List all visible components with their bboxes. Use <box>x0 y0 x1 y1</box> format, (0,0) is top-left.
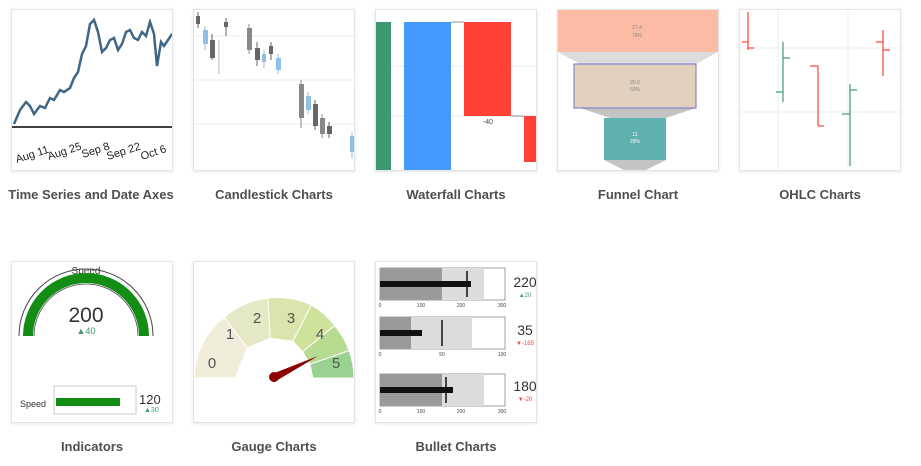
bar-indicator-delta: ▲30 <box>144 407 159 414</box>
indicators-card[interactable]: Speed 200 ▲40 Speed 120 ▲30 <box>11 261 173 423</box>
bullet-2-delta: ▼-165 <box>516 341 535 347</box>
candlestick-title[interactable]: Candlestick Charts <box>184 186 364 204</box>
waterfall-thumbnail: -40 <box>376 21 536 170</box>
time-series-title[interactable]: Time Series and Date Axes <box>1 186 181 204</box>
gauge-thumbnail: 0 1 2 3 4 5 <box>194 297 354 382</box>
bullet-3-bar <box>380 387 453 393</box>
funnel-stage-1-percent: 76% <box>632 33 643 39</box>
ohlc-title[interactable]: OHLC Charts <box>730 186 910 204</box>
x-tick-aug-25: Aug 25 <box>46 141 83 163</box>
gauge-title[interactable]: Gauge Charts <box>184 438 364 456</box>
bullet-2-value: 35 <box>517 322 533 338</box>
waterfall-bar-label: -40 <box>483 119 493 126</box>
bullet-thumbnail: 0 100 200 300 220 ▲20 0 50 100 35 ▼-165 … <box>379 267 536 415</box>
waterfall-bar-decrease-2 <box>524 116 536 162</box>
funnel-stage-2-percent: 53% <box>630 87 641 93</box>
bullet-title[interactable]: Bullet Charts <box>366 438 546 456</box>
bar-indicator-title: Speed <box>20 399 46 409</box>
bullet-3-delta: ▼-20 <box>518 397 533 403</box>
x-tick-sep-22: Sep 22 <box>105 141 142 163</box>
bar-indicator-fill <box>56 398 120 406</box>
waterfall-card[interactable]: -40 <box>375 9 537 171</box>
bullet-2-tick-0: 0 <box>379 352 382 358</box>
bullet-1-tick-1: 100 <box>417 303 426 309</box>
gauge-step-4: 4 <box>316 326 324 343</box>
waterfall-bar-decrease <box>464 22 511 116</box>
bullet-3-tick-1: 100 <box>417 409 426 415</box>
candlestick-thumbnail <box>194 12 354 158</box>
waterfall-title[interactable]: Waterfall Charts <box>366 186 546 204</box>
funnel-card[interactable]: 27.4 76% 20.6 53% 11 28% <box>557 9 719 171</box>
bullet-1-delta: ▲20 <box>519 293 532 299</box>
gauge-step-0: 0 <box>208 355 216 372</box>
funnel-stage-1 <box>558 10 718 52</box>
candlestick-card[interactable] <box>193 9 355 171</box>
ohlc-thumbnail <box>740 10 900 170</box>
bullet-1-tick-2: 200 <box>457 303 466 309</box>
indicators-title[interactable]: Indicators <box>2 438 182 456</box>
gauge-delta: ▲40 <box>77 326 96 336</box>
bar-indicator-value: 120 <box>139 392 161 407</box>
bullet-1-tick-3: 300 <box>498 303 507 309</box>
bullet-2-tick-1: 50 <box>439 352 445 358</box>
funnel-stage-3-percent: 28% <box>630 139 641 145</box>
bullet-card[interactable]: 0 100 200 300 220 ▲20 0 50 100 35 ▼-165 … <box>375 261 537 423</box>
time-series-line <box>12 17 172 125</box>
x-tick-oct-6: Oct 6 <box>139 143 168 163</box>
gauge-needle-hub <box>269 372 279 382</box>
gauge-step-3: 3 <box>287 310 295 327</box>
gauge-value: 200 <box>68 304 103 327</box>
funnel-stage-2 <box>573 63 697 109</box>
bullet-3-value: 180 <box>513 378 536 394</box>
funnel-stage-2-value: 20.6 <box>630 80 640 86</box>
x-tick-aug-11: Aug 11 <box>14 144 50 166</box>
bullet-2-tick-2: 100 <box>498 352 507 358</box>
bullet-1-tick-0: 0 <box>379 303 382 309</box>
gauge-step-2: 2 <box>253 310 261 327</box>
funnel-stage-3-value: 11 <box>632 132 637 138</box>
funnel-stage-1-value: 27.4 <box>632 25 642 31</box>
bullet-3-tick-3: 300 <box>498 409 507 415</box>
funnel-title[interactable]: Funnel Chart <box>548 186 728 204</box>
bullet-1-value: 220 <box>513 274 536 290</box>
waterfall-bar-increase <box>376 22 391 170</box>
gauge-step-5: 5 <box>332 355 340 372</box>
indicators-thumbnail: Speed 200 ▲40 Speed 120 ▲30 <box>18 266 161 415</box>
waterfall-bar-total <box>404 22 451 170</box>
time-series-thumbnail: Aug 11 Aug 25 Sep 8 Sep 22 Oct 6 <box>12 17 172 166</box>
bullet-3-tick-0: 0 <box>379 409 382 415</box>
bullet-3-tick-2: 200 <box>457 409 466 415</box>
funnel-thumbnail: 27.4 76% 20.6 53% 11 28% <box>558 10 718 170</box>
bullet-2-bar <box>380 330 422 336</box>
gauge-step-1: 1 <box>226 326 234 343</box>
gauge-card[interactable]: 0 1 2 3 4 5 <box>193 261 355 423</box>
ohlc-card[interactable] <box>739 9 901 171</box>
bullet-1-bar <box>380 281 471 287</box>
time-series-card[interactable]: Aug 11 Aug 25 Sep 8 Sep 22 Oct 6 <box>11 9 173 171</box>
